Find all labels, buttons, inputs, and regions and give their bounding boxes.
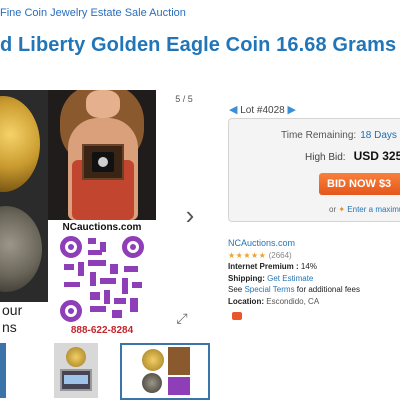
caption-line-2: ns <box>2 319 17 335</box>
qr-module <box>88 260 106 266</box>
gold-coin-image <box>0 96 40 192</box>
model-photo <box>48 90 156 220</box>
high-bid-label: High Bid: <box>305 152 346 163</box>
qr-module <box>78 262 84 276</box>
high-bid-row: High Bid: USD 325. <box>305 149 400 163</box>
thumb-scale-display <box>64 375 88 384</box>
time-remaining-label: Time Remaining: <box>281 130 357 141</box>
thumbnail-strip <box>0 343 212 400</box>
qr-module <box>100 278 116 284</box>
location-value: Escondido, CA <box>266 296 320 306</box>
thumb-coin <box>66 347 86 367</box>
qr-eye <box>60 236 82 258</box>
thumb-coin-gold <box>142 349 164 371</box>
high-bid-value: USD 325. <box>353 149 400 163</box>
shipping-row: Shipping: Get Estimate <box>228 273 400 285</box>
qr-module <box>122 278 128 294</box>
max-bid-row: or ✦ Enter a maximum <box>329 205 400 214</box>
box-coin <box>98 157 108 167</box>
caption-line-1: our <box>2 302 23 318</box>
expand-icon[interactable]: ⤢ <box>172 308 192 328</box>
internet-premium-row: Internet Premium : 14% <box>228 261 400 273</box>
face-shape <box>86 90 120 118</box>
thumbnail-4[interactable] <box>54 343 98 398</box>
qr-module <box>124 266 138 272</box>
brand-url: NCauctions.com <box>62 222 142 233</box>
location-label: Location: <box>228 296 264 306</box>
prev-lot-arrow-icon[interactable]: ◀ <box>229 104 237 116</box>
review-count[interactable]: (2664) <box>269 251 292 260</box>
brand-phone: 888-622-8284 <box>70 325 134 336</box>
seller-name-link[interactable]: NCAuctions.com <box>228 238 400 250</box>
bid-box: Time Remaining:18 Days 23 High Bid: USD 3… <box>228 118 400 222</box>
time-remaining-row: Time Remaining:18 Days 23 <box>281 130 400 141</box>
lot-number: Lot #4028 <box>240 105 285 116</box>
qr-code <box>60 236 144 322</box>
thumbnail-1[interactable] <box>0 343 6 398</box>
location-row: Location: Escondido, CA <box>228 296 400 308</box>
brand-panel: NCauctions.com 888-622-8284 <box>48 220 156 342</box>
terms-row: See Special Terms for additional fees <box>228 284 400 296</box>
qr-eye <box>60 300 82 322</box>
thumb-model <box>168 347 190 375</box>
lot-title: d Liberty Golden Eagle Coin 16.68 Grams <box>0 34 397 56</box>
internet-premium-value: 14% <box>300 262 317 271</box>
shipping-label: Shipping: <box>228 273 265 283</box>
qr-module <box>64 264 74 270</box>
thumbnail-5-selected[interactable] <box>120 343 210 400</box>
box-inner <box>92 152 114 172</box>
lot-navigation: ◀ Lot #4028 ▶ <box>229 103 296 116</box>
max-bid-prefix: or <box>329 205 337 214</box>
silver-coin-image <box>0 206 42 292</box>
qr-module <box>114 298 126 304</box>
thumb-coin-silver <box>142 373 162 393</box>
enter-maximum-link[interactable]: Enter a maximum <box>347 205 400 214</box>
bid-now-button[interactable]: BID NOW $3 <box>319 173 400 195</box>
seller-rating: ★★★★★ (2664) <box>228 250 400 262</box>
rating-stars-icon: ★★★★★ <box>228 250 267 260</box>
next-image-arrow-icon[interactable]: › <box>176 200 204 230</box>
star-icon: ✦ <box>338 205 346 214</box>
qr-module <box>64 282 80 287</box>
qr-module <box>130 298 138 312</box>
terms-prefix: See <box>228 285 243 294</box>
coins-photo <box>0 90 48 302</box>
qr-eye <box>122 236 144 258</box>
seller-info: NCAuctions.com ★★★★★ (2664) Internet Pre… <box>228 238 400 307</box>
get-estimate-link[interactable]: Get Estimate <box>267 274 313 283</box>
qr-module <box>88 238 96 244</box>
internet-premium-label: Internet Premium : <box>228 262 299 271</box>
seller-badge-icon <box>232 312 242 320</box>
thumb-qr <box>168 377 190 395</box>
next-lot-arrow-icon[interactable]: ▶ <box>288 104 296 116</box>
qr-module <box>112 310 122 318</box>
image-counter: 5 / 5 <box>175 94 193 104</box>
special-terms-link[interactable]: Special Terms <box>244 285 294 294</box>
qr-module <box>90 272 96 286</box>
terms-suffix: for additional fees <box>296 285 360 294</box>
qr-module <box>132 282 142 288</box>
qr-module <box>104 290 110 304</box>
qr-module <box>90 306 106 312</box>
coin-box-image <box>82 144 124 180</box>
photo-caption: our ns <box>0 302 48 342</box>
breadcrumb-label[interactable]: Fine Coin Jewelry Estate Sale Auction <box>0 7 186 19</box>
qr-module <box>110 264 118 274</box>
breadcrumb[interactable]: Fine Coin Jewelry Estate Sale Auction <box>0 7 186 19</box>
time-remaining-value: 18 Days 23 <box>360 130 400 141</box>
bid-now-label[interactable]: BID NOW $3 <box>327 178 391 190</box>
qr-module <box>90 292 100 300</box>
qr-module <box>88 250 102 255</box>
